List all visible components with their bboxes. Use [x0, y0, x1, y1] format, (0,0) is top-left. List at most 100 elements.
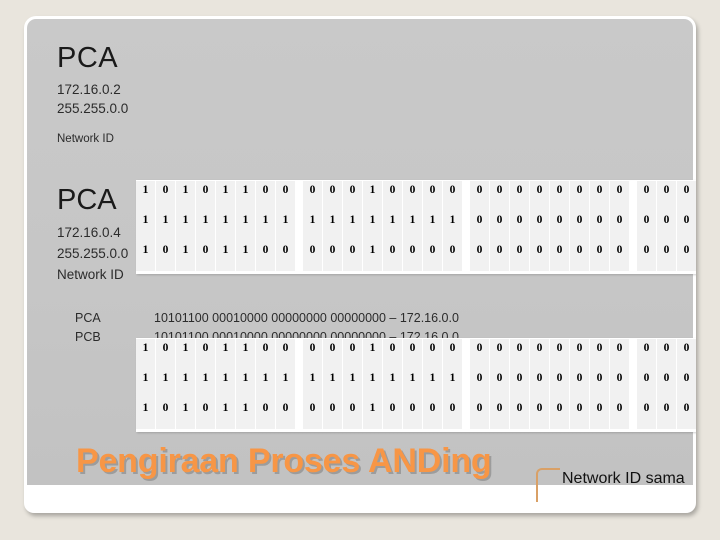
binary-bit-cell: 1	[343, 369, 362, 399]
binary-bit-cell: 1	[176, 181, 195, 211]
binary-bit-cell: 0	[637, 399, 656, 429]
binary-bit-cell: 0	[303, 241, 322, 271]
binary-bit-cell: 1	[323, 211, 342, 241]
binary-bit-cell: 1	[443, 211, 462, 241]
binary-octet: 10101100	[136, 241, 296, 271]
binary-table-top: 1010110000010000000000000000001011111111…	[136, 180, 696, 274]
binary-bit-cell: 0	[637, 211, 656, 241]
slide-canvas: PCA 172.16.0.2 255.255.0.0 Network ID PC…	[0, 0, 720, 540]
binary-bit-cell: 0	[303, 399, 322, 429]
binary-bit-cell: 1	[236, 241, 255, 271]
binary-bit-cell: 0	[550, 181, 569, 211]
binary-bit-cell: 0	[443, 399, 462, 429]
binary-octet: 00000000	[637, 211, 696, 241]
binary-bit-cell: 0	[256, 399, 275, 429]
callout-bracket-icon	[536, 468, 560, 502]
binary-bit-cell: 0	[590, 399, 609, 429]
callout-note: Network ID sama	[562, 470, 685, 487]
binary-bit-cell: 0	[156, 399, 175, 429]
binary-bit-cell: 0	[383, 241, 402, 271]
binary-bit-cell: 1	[176, 399, 195, 429]
binary-octet: 00010000	[303, 181, 463, 211]
binary-octet: 11111111	[136, 369, 296, 399]
binary-bit-cell: 1	[136, 399, 155, 429]
binary-octet: 00000000	[470, 241, 630, 271]
binary-bit-cell: 0	[443, 181, 462, 211]
binary-bit-cell: 1	[216, 399, 235, 429]
binary-octet: 00000000	[637, 369, 696, 399]
binary-row: 11111111111111110000000000000000	[136, 211, 696, 241]
binary-bit-cell: 1	[136, 339, 155, 369]
binary-bit-cell: 0	[276, 241, 295, 271]
binary-bit-cell: 0	[196, 181, 215, 211]
binary-bit-cell: 0	[343, 241, 362, 271]
binary-bit-cell: 0	[530, 211, 549, 241]
binary-bit-cell: 0	[657, 339, 676, 369]
binary-bit-cell: 1	[303, 211, 322, 241]
binary-octet: 00000000	[470, 339, 630, 369]
binary-bit-cell: 0	[403, 339, 422, 369]
binary-bit-cell: 1	[216, 181, 235, 211]
binary-bit-cell: 1	[276, 211, 295, 241]
binary-bit-cell: 1	[363, 369, 382, 399]
binary-bit-cell: 1	[256, 369, 275, 399]
second-ip-address: 172.16.0.4	[57, 225, 121, 240]
binary-bit-cell: 0	[256, 339, 275, 369]
binary-bit-cell: 1	[176, 339, 195, 369]
binary-bit-cell: 0	[550, 211, 569, 241]
binary-octet: 00000000	[470, 211, 630, 241]
binary-bit-cell: 0	[610, 339, 629, 369]
binary-bit-cell: 0	[610, 399, 629, 429]
binary-bit-cell: 0	[256, 241, 275, 271]
binary-row: 10101100000100000000000000000000	[136, 399, 696, 429]
binary-bit-cell: 0	[276, 339, 295, 369]
binary-bit-cell: 0	[550, 339, 569, 369]
binary-bit-cell: 0	[470, 211, 489, 241]
binary-bit-cell: 0	[590, 369, 609, 399]
binary-bit-cell: 0	[343, 399, 362, 429]
binary-bit-cell: 0	[570, 399, 589, 429]
binary-bit-cell: 1	[403, 369, 422, 399]
binary-bit-cell: 0	[403, 399, 422, 429]
binary-bit-cell: 0	[323, 181, 342, 211]
binary-bit-cell: 1	[196, 369, 215, 399]
binary-bit-cell: 1	[196, 211, 215, 241]
binary-bit-cell: 0	[530, 339, 549, 369]
binary-octet: 00010000	[303, 399, 463, 429]
binary-bit-cell: 0	[196, 399, 215, 429]
binary-bit-cell: 0	[196, 339, 215, 369]
binary-bit-cell: 0	[303, 339, 322, 369]
binary-bit-cell: 1	[176, 211, 195, 241]
binary-bit-cell: 0	[156, 241, 175, 271]
binary-bit-cell: 1	[216, 339, 235, 369]
anding-row-label-pca: PCA	[75, 311, 101, 325]
binary-bit-cell: 0	[677, 399, 696, 429]
binary-octet: 10101100	[136, 181, 296, 211]
binary-bit-cell: 0	[276, 181, 295, 211]
binary-octet: 00000000	[470, 369, 630, 399]
binary-bit-cell: 0	[490, 339, 509, 369]
binary-bit-cell: 1	[236, 399, 255, 429]
binary-bit-cell: 1	[216, 369, 235, 399]
binary-bit-cell: 0	[570, 211, 589, 241]
binary-bit-cell: 0	[530, 181, 549, 211]
binary-bit-cell: 0	[490, 211, 509, 241]
binary-octet: 00000000	[470, 399, 630, 429]
binary-bit-cell: 0	[423, 241, 442, 271]
binary-bit-cell: 1	[156, 211, 175, 241]
binary-bit-cell: 0	[550, 241, 569, 271]
binary-bit-cell: 1	[136, 181, 155, 211]
binary-bit-cell: 0	[657, 211, 676, 241]
binary-bit-cell: 0	[490, 399, 509, 429]
binary-bit-cell: 0	[530, 241, 549, 271]
anding-row-label-pcb: PCB	[75, 330, 101, 344]
binary-bit-cell: 0	[403, 241, 422, 271]
binary-bit-cell: 1	[176, 369, 195, 399]
binary-octet: 00010000	[303, 339, 463, 369]
binary-bit-cell: 0	[610, 181, 629, 211]
binary-bit-cell: 0	[323, 241, 342, 271]
binary-bit-cell: 0	[383, 339, 402, 369]
binary-bit-cell: 1	[423, 369, 442, 399]
binary-octet: 11111111	[303, 369, 463, 399]
binary-bit-cell: 1	[323, 369, 342, 399]
